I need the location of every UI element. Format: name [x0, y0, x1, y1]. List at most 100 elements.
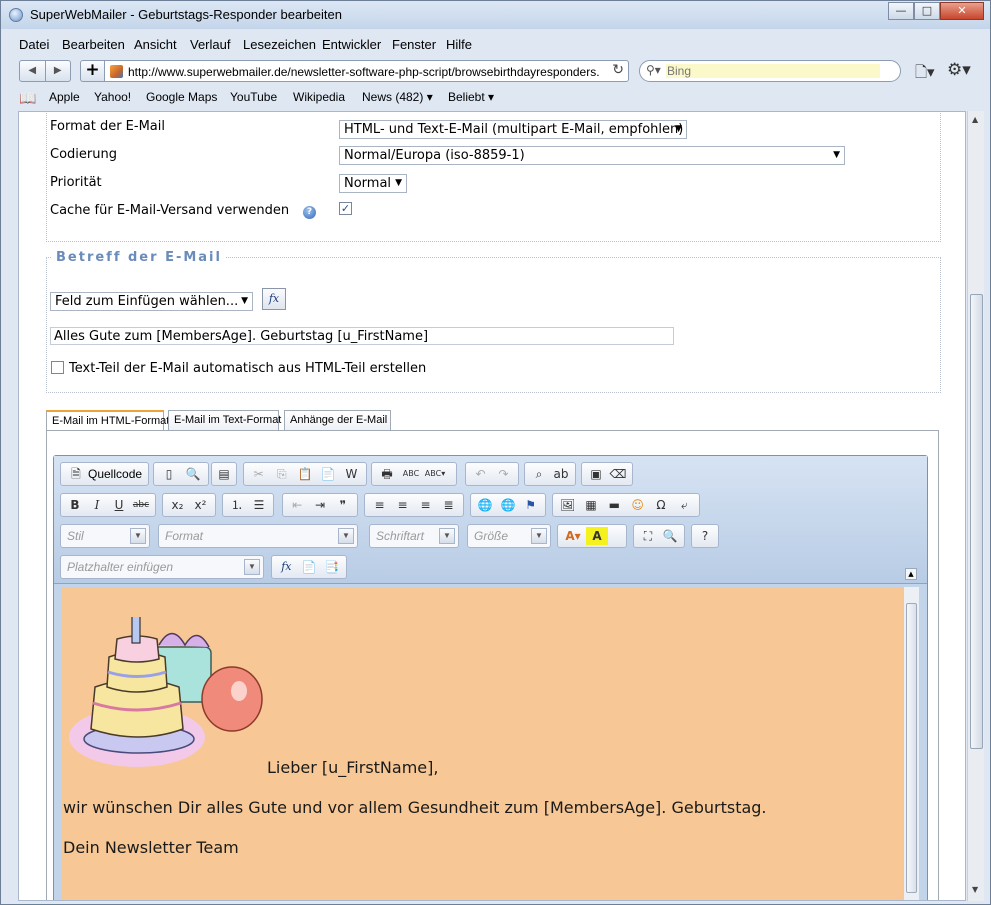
priority-select[interactable]: Normal ▼	[339, 174, 407, 193]
find-icon[interactable]: ⌕	[529, 465, 549, 483]
image-icon[interactable]: 🖼	[557, 496, 578, 514]
horizontal-rule-icon[interactable]: ▬	[604, 496, 625, 514]
close-button[interactable]: ✕	[940, 2, 984, 20]
menu-datei[interactable]: Datei	[19, 37, 49, 52]
spellcheck-menu-icon[interactable]: ABC▾	[424, 465, 446, 483]
tab-html-format[interactable]: E-Mail im HTML-Format	[46, 410, 169, 431]
size-combo[interactable]: Größe ▼	[467, 524, 551, 548]
align-center-icon[interactable]: ≡	[392, 496, 413, 514]
format-combo[interactable]: Format ▼	[158, 524, 358, 548]
minimize-button[interactable]: —	[888, 2, 914, 20]
function-button[interactable]: fx	[262, 288, 286, 310]
encoding-select[interactable]: Normal/Europa (iso-8859-1) ▼	[339, 146, 845, 165]
text-color-icon[interactable]: A▾	[562, 527, 584, 545]
smiley-icon[interactable]: ☺	[627, 496, 648, 514]
url-text[interactable]: http://www.superwebmailer.de/newsletter-…	[128, 65, 608, 79]
bookmarks-book-icon[interactable]: 📖	[19, 90, 36, 107]
table-icon[interactable]: ▦	[580, 496, 601, 514]
bg-color-icon[interactable]: A	[586, 527, 608, 545]
anchor-flag-icon[interactable]: ⚑	[520, 496, 541, 514]
add-bookmark-button[interactable]: +	[80, 60, 104, 82]
page-scrollbar[interactable]: ▲ ▼	[967, 111, 984, 901]
scroll-up-icon[interactable]: ▲	[972, 115, 978, 124]
align-justify-icon[interactable]: ≣	[438, 496, 459, 514]
scroll-down-icon[interactable]: ▼	[972, 885, 978, 894]
bookmark-yahoo[interactable]: Yahoo!	[94, 90, 131, 104]
collapse-toolbar-icon[interactable]: ▲	[905, 568, 917, 580]
bookmark-google-maps[interactable]: Google Maps	[146, 90, 217, 104]
gear-icon[interactable]: ⚙▾	[947, 60, 971, 80]
menu-hilfe[interactable]: Hilfe	[446, 37, 472, 52]
format-select[interactable]: HTML- und Text-E-Mail (multipart E-Mail,…	[339, 120, 687, 139]
show-blocks-icon[interactable]: 🔍	[660, 527, 680, 545]
subject-input[interactable]: Alles Gute zum [MembersAge]. Geburtstag …	[50, 327, 674, 345]
copy-icon[interactable]: ⎘	[271, 465, 292, 483]
help-icon[interactable]: ?	[303, 206, 316, 219]
redo-icon[interactable]: ↷	[493, 465, 514, 483]
paste-text-icon[interactable]: 📄	[318, 465, 339, 483]
fx-icon[interactable]: fx	[276, 558, 297, 576]
underline-icon[interactable]: U	[109, 496, 129, 514]
page-break-icon[interactable]: ⤶	[674, 496, 695, 514]
maximize-button[interactable]: □	[914, 2, 940, 20]
font-combo[interactable]: Schriftart ▼	[369, 524, 459, 548]
menu-verlauf[interactable]: Verlauf	[190, 37, 230, 52]
align-right-icon[interactable]: ≡	[415, 496, 436, 514]
cut-icon[interactable]: ✂	[248, 465, 269, 483]
tab-attachments[interactable]: Anhänge der E-Mail	[284, 410, 391, 430]
spellcheck-icon[interactable]: ABC	[400, 465, 422, 483]
undo-icon[interactable]: ↶	[470, 465, 491, 483]
page-scroll-thumb[interactable]	[970, 294, 983, 749]
insert-field-select[interactable]: Feld zum Einfügen wählen... ▼	[50, 292, 253, 311]
remove-format-icon[interactable]: ⌫	[608, 465, 628, 483]
bookmark-apple[interactable]: Apple	[49, 90, 80, 104]
blockquote-icon[interactable]: ❞	[332, 496, 353, 514]
replace-icon[interactable]: ab	[551, 465, 571, 483]
subscript-icon[interactable]: x₂	[167, 496, 188, 514]
menu-fenster[interactable]: Fenster	[392, 37, 436, 52]
align-left-icon[interactable]: ≡	[369, 496, 390, 514]
bookmark-youtube[interactable]: YouTube	[230, 90, 277, 104]
editor-scrollbar[interactable]	[903, 587, 919, 900]
maximize-editor-icon[interactable]: ⛶	[638, 527, 658, 545]
placeholder-combo[interactable]: Platzhalter einfügen ▼	[60, 555, 264, 579]
bookmark-news[interactable]: News (482) ▾	[362, 90, 433, 104]
new-page-icon[interactable]: ▯	[158, 465, 180, 483]
page-menu-icon[interactable]: 🗋▾	[915, 62, 935, 87]
bold-icon[interactable]: B	[65, 496, 85, 514]
document-insert-icon[interactable]: 📑	[321, 558, 342, 576]
editor-scroll-thumb[interactable]	[906, 603, 917, 893]
search-input[interactable]: Bing	[667, 64, 691, 78]
strike-icon[interactable]: abc	[131, 496, 151, 514]
menu-lesezeichen[interactable]: Lesezeichen	[243, 37, 316, 52]
menu-bearbeiten[interactable]: Bearbeiten	[62, 37, 125, 52]
numbered-list-icon[interactable]: ⒈	[227, 496, 247, 514]
document-icon[interactable]: 📄	[299, 558, 320, 576]
special-char-icon[interactable]: Ω	[650, 496, 671, 514]
bookmark-beliebt[interactable]: Beliebt ▾	[448, 90, 494, 104]
source-button[interactable]: 🗎 Quellcode	[60, 462, 149, 486]
preview-icon[interactable]: 🔍	[182, 465, 204, 483]
print-icon[interactable]: 🖶	[376, 465, 398, 483]
italic-icon[interactable]: I	[87, 496, 107, 514]
select-all-icon[interactable]: ▣	[586, 465, 606, 483]
paste-icon[interactable]: 📋	[294, 465, 315, 483]
outdent-icon[interactable]: ⇤	[287, 496, 308, 514]
editor-body[interactable]: Lieber [u_FirstName], wir wünschen Dir a…	[61, 587, 911, 900]
back-button[interactable]: ◀	[20, 61, 45, 81]
link-icon[interactable]: 🌐	[475, 496, 496, 514]
indent-icon[interactable]: ⇥	[310, 496, 331, 514]
paste-word-icon[interactable]: W	[341, 465, 362, 483]
menu-ansicht[interactable]: Ansicht	[134, 37, 177, 52]
about-help-icon[interactable]: ?	[696, 527, 714, 545]
search-box[interactable]: ⚲▾ Bing	[639, 60, 901, 82]
address-bar[interactable]: http://www.superwebmailer.de/newsletter-…	[104, 60, 629, 82]
search-icon[interactable]: ⚲▾	[646, 63, 661, 77]
superscript-icon[interactable]: x²	[190, 496, 211, 514]
reload-icon[interactable]: ↻	[612, 62, 624, 78]
bookmark-wikipedia[interactable]: Wikipedia	[293, 90, 345, 104]
auto-text-checkbox[interactable]	[51, 361, 64, 374]
templates-icon[interactable]: ▤	[216, 465, 232, 483]
menu-entwickler[interactable]: Entwickler	[322, 37, 381, 52]
unlink-icon[interactable]: 🌐	[498, 496, 519, 514]
